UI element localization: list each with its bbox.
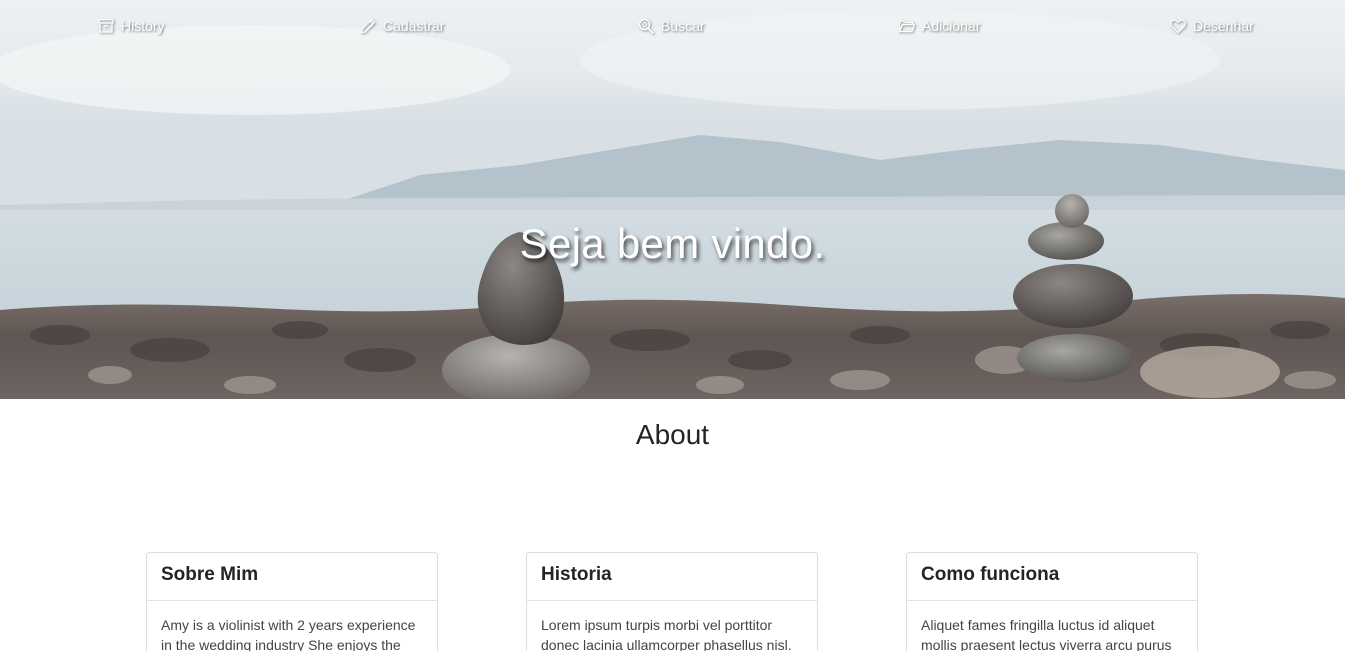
- hero-banner: History Cadastrar Buscar Adicionar Desen…: [0, 0, 1345, 399]
- nav-item-history[interactable]: History: [97, 16, 165, 36]
- hero-background-image: [0, 0, 1345, 399]
- folder-open-icon: [898, 17, 916, 35]
- card-text: Aliquet fames fringilla luctus id alique…: [921, 617, 1172, 651]
- nav-label: Cadastrar: [383, 18, 445, 34]
- nav-label: Adicionar: [922, 18, 981, 34]
- card-title: Como funciona: [907, 553, 1197, 601]
- about-heading: About: [635, 419, 710, 450]
- card-text: Amy is a violinist with 2 years experien…: [161, 617, 416, 651]
- nav-item-buscar[interactable]: Buscar: [637, 16, 705, 36]
- card-como-funciona: Como funciona Aliquet fames fringilla lu…: [906, 552, 1198, 651]
- nav-label: History: [121, 18, 165, 34]
- heart-icon: [1169, 17, 1187, 35]
- nav-label: Desenhar: [1193, 18, 1254, 34]
- hero-title: Seja bem vindo.: [519, 220, 826, 267]
- nav-item-desenhar[interactable]: Desenhar: [1169, 16, 1254, 36]
- search-icon: [637, 17, 655, 35]
- card-sobre-mim: Sobre Mim Amy is a violinist with 2 year…: [146, 552, 438, 651]
- pencil-icon: [359, 17, 377, 35]
- top-navigation: History Cadastrar Buscar Adicionar Desen…: [0, 0, 1345, 52]
- card-title: Historia: [527, 553, 817, 601]
- card-historia: Historia Lorem ipsum turpis morbi vel po…: [526, 552, 818, 651]
- nav-item-cadastrar[interactable]: Cadastrar: [359, 16, 444, 36]
- nav-item-adicionar[interactable]: Adicionar: [898, 16, 980, 36]
- archive-icon: [97, 17, 115, 35]
- nav-label: Buscar: [661, 18, 705, 34]
- card-title: Sobre Mim: [147, 553, 437, 601]
- card-text: Lorem ipsum turpis morbi vel porttitor d…: [541, 617, 792, 651]
